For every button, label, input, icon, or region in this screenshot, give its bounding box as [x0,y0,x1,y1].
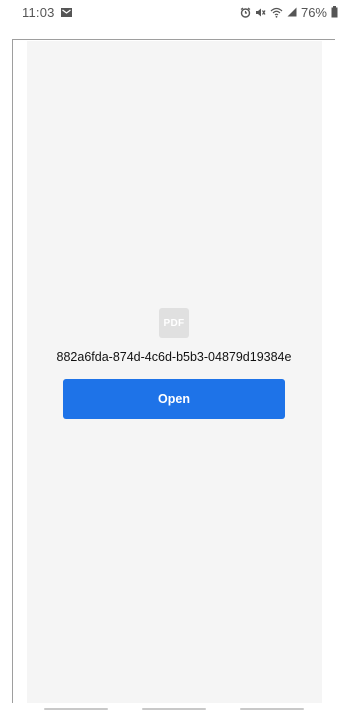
navigation-bar [0,703,348,716]
screen: 11:03 76% PDF 882a6fda-874d-4c6d-b5b3-04… [0,0,348,716]
status-time: 11:03 [22,4,55,20]
status-right: 76% [240,5,338,20]
viewer-canvas [27,41,322,703]
nav-handle-center[interactable] [142,708,206,710]
status-bar: 11:03 76% [0,0,348,24]
file-name: 882a6fda-874d-4c6d-b5b3-04879d19384e [56,350,292,364]
signal-icon [287,7,297,17]
battery-icon [331,6,338,18]
mail-icon [60,7,72,17]
battery-percent: 76% [300,4,327,20]
status-left: 11:03 [22,5,72,20]
nav-handle-right[interactable] [240,708,304,710]
alarm-icon [240,7,251,18]
nav-handle-left[interactable] [44,708,108,710]
open-button[interactable]: Open [63,379,285,419]
wifi-icon [270,7,283,18]
pdf-file-icon: PDF [159,308,189,338]
mute-icon [255,7,266,18]
